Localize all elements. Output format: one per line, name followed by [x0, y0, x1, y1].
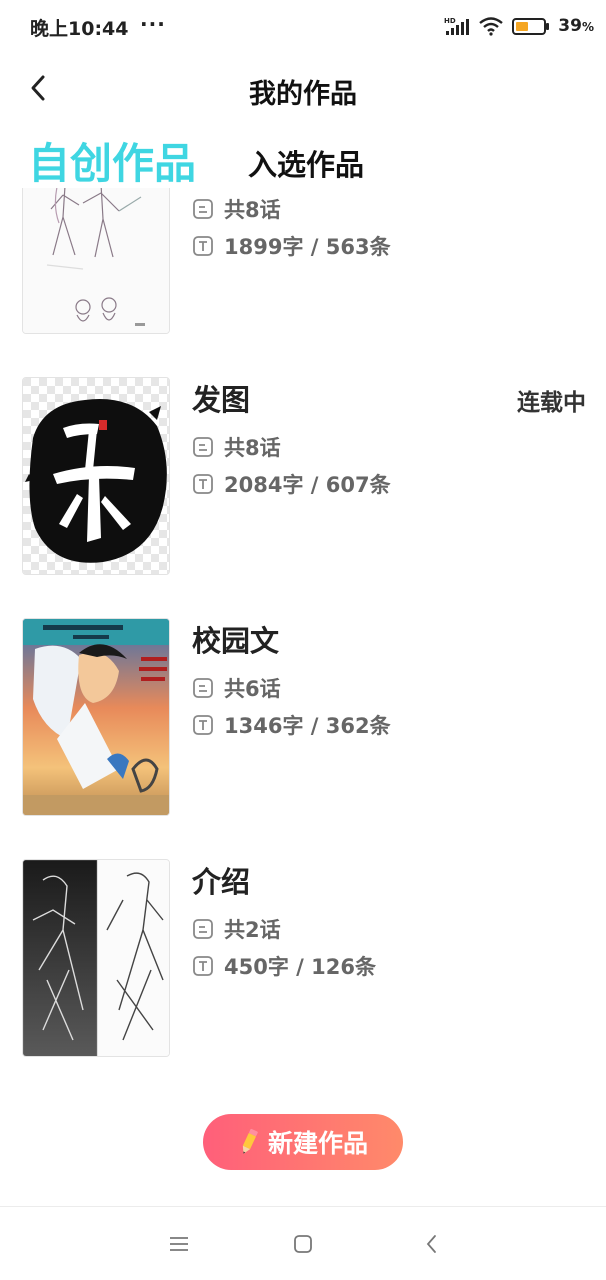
- status-more-icon: ···: [140, 12, 166, 36]
- word-stats: 1899字 / 563条: [192, 231, 391, 261]
- chapter-count-text: 共8话: [224, 436, 281, 460]
- status-badge: 连载中: [517, 390, 586, 416]
- word-stats-text: 1899字 / 563条: [224, 235, 391, 259]
- word-stats: 450字 / 126条: [192, 951, 376, 981]
- chapter-count: 共8话: [192, 194, 281, 224]
- document-icon: [193, 437, 213, 457]
- document-icon: [193, 678, 213, 698]
- pencil-icon: [242, 1128, 258, 1154]
- work-item[interactable]: 校园文 共6话 1346字 / 362条: [0, 618, 606, 816]
- work-cover: [22, 188, 170, 334]
- work-title: 校园文: [192, 624, 280, 658]
- new-work-label: 新建作品: [267, 1129, 368, 1158]
- status-time: 晚上10:44: [30, 18, 129, 40]
- work-cover: [22, 377, 170, 575]
- system-nav-bar: [0, 1206, 606, 1280]
- status-indicators: HD 39%: [444, 14, 594, 38]
- work-title: 介绍: [192, 865, 251, 899]
- battery-icon: [512, 18, 550, 35]
- work-cover: [22, 859, 170, 1057]
- battery-percent: 39%: [558, 16, 594, 36]
- new-work-button[interactable]: 新建作品: [203, 1114, 403, 1170]
- word-stats: 2084字 / 607条: [192, 469, 391, 499]
- chapter-count-text: 共6话: [224, 677, 281, 701]
- word-stats: 1346字 / 362条: [192, 710, 391, 740]
- chapter-count-text: 共8话: [224, 198, 281, 222]
- chapter-count: 共8话: [192, 432, 281, 462]
- text-icon: [193, 474, 213, 494]
- document-icon: [193, 919, 213, 939]
- text-icon: [193, 715, 213, 735]
- tab-original-works[interactable]: 自创作品: [28, 130, 196, 191]
- cover-anime-illustration: [23, 619, 169, 815]
- word-stats-text: 1346字 / 362条: [224, 714, 391, 738]
- chapter-count: 共6话: [192, 673, 281, 703]
- signal-icon: HD: [444, 17, 470, 35]
- svg-text:HD: HD: [444, 17, 456, 25]
- square-icon: [294, 1235, 312, 1253]
- work-item[interactable]: 介绍 共2话 450字 / 126条: [0, 859, 606, 1057]
- word-stats-text: 2084字 / 607条: [224, 473, 391, 497]
- menu-icon: [170, 1237, 188, 1251]
- tab-selected-works[interactable]: 入选作品: [248, 142, 364, 184]
- chevron-left-icon: [426, 1235, 436, 1253]
- word-stats-text: 450字 / 126条: [224, 955, 376, 979]
- back-nav-button[interactable]: [418, 1231, 444, 1257]
- tab-bar: 自创作品 入选作品: [0, 124, 606, 188]
- wifi-icon: [479, 17, 504, 36]
- work-title: 发图: [192, 383, 251, 417]
- work-item[interactable]: 发图 连载中 共8话 2084字 / 607条: [0, 377, 606, 575]
- menu-nav-button[interactable]: [166, 1231, 192, 1257]
- header: 我的作品: [0, 58, 606, 118]
- work-item[interactable]: 共8话 1899字 / 563条: [0, 188, 606, 334]
- text-icon: [193, 236, 213, 256]
- text-icon: [193, 956, 213, 976]
- chapter-count: 共2话: [192, 914, 281, 944]
- page-title: 我的作品: [249, 79, 357, 110]
- cover-monochrome-figures: [23, 860, 169, 1056]
- works-list: 共8话 1899字 / 563条 发图 连载中 共8话 2084字 / 607条…: [0, 188, 606, 1078]
- home-nav-button[interactable]: [290, 1231, 316, 1257]
- chapter-count-text: 共2话: [224, 918, 281, 942]
- cover-ink-calligraphy: [23, 378, 169, 574]
- document-icon: [193, 199, 213, 219]
- status-bar: 晚上10:44 ··· HD 39%: [0, 0, 606, 56]
- cover-sketch-figures: [23, 188, 169, 333]
- work-cover: [22, 618, 170, 816]
